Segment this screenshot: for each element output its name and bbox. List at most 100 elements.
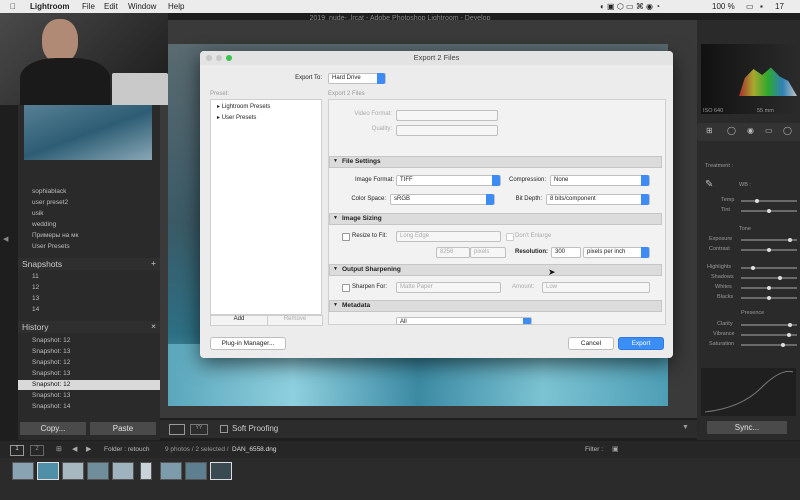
color-space-select[interactable]: sRGB	[390, 194, 495, 205]
sharpen-for-select[interactable]: Matte Paper	[396, 282, 501, 293]
resolution-input[interactable]: 300	[551, 247, 581, 258]
dont-enlarge-checkbox[interactable]	[506, 233, 514, 241]
filmstrip-thumbnail[interactable]	[160, 462, 182, 480]
amount-select[interactable]: Low	[542, 282, 650, 293]
tint-slider[interactable]	[741, 209, 797, 213]
preset-item[interactable]: wedding	[18, 220, 160, 230]
resolution-unit-select[interactable]: pixels per inch	[583, 247, 650, 258]
preset-item[interactable]: Примеры на мк	[18, 231, 160, 241]
menu-file[interactable]: File	[82, 2, 95, 11]
history-item[interactable]: Snapshot: 13	[18, 369, 160, 379]
snapshot-item[interactable]: 12	[18, 283, 160, 293]
snapshot-item[interactable]: 14	[18, 305, 160, 315]
preset-item[interactable]: User Presets	[18, 242, 160, 252]
compression-select[interactable]: None	[550, 175, 650, 186]
loupe-view-icon[interactable]	[169, 424, 185, 435]
metadata-header[interactable]: ▼ Metadata	[329, 300, 662, 312]
menu-edit[interactable]: Edit	[104, 2, 118, 11]
clarity-slider[interactable]	[741, 323, 797, 327]
filmstrip-thumbnail-selected[interactable]	[37, 462, 59, 480]
history-item[interactable]: Snapshot: 12	[18, 358, 160, 368]
radial-filter-icon[interactable]: ◯	[783, 126, 792, 135]
menu-help[interactable]: Help	[168, 2, 184, 11]
filmstrip-thumbnail[interactable]	[12, 462, 34, 480]
left-panel-collapse-icon[interactable]: ◀	[3, 235, 8, 243]
export-button[interactable]: Export	[618, 337, 664, 350]
vibrance-slider[interactable]	[741, 333, 797, 337]
cancel-button[interactable]: Cancel	[568, 337, 614, 350]
output-sharpening-header[interactable]: ▼ Output Sharpening	[329, 264, 662, 276]
blacks-slider-knob[interactable]	[767, 296, 771, 300]
bit-depth-select[interactable]: 8 bits/component	[546, 194, 650, 205]
whites-slider-knob[interactable]	[767, 286, 771, 290]
highlights-slider[interactable]	[741, 266, 797, 270]
sync-button[interactable]: Sync...	[707, 421, 787, 434]
tint-slider-knob[interactable]	[767, 209, 771, 213]
zoom-window-icon[interactable]	[226, 55, 232, 61]
saturation-slider[interactable]	[741, 343, 797, 347]
history-item[interactable]: Snapshot: 13	[18, 347, 160, 357]
file-settings-header[interactable]: ▼ File Settings	[329, 156, 662, 168]
exposure-slider[interactable]	[741, 238, 797, 242]
paste-button[interactable]: Paste	[90, 422, 156, 435]
soft-proofing-checkbox[interactable]	[220, 425, 228, 433]
menu-app[interactable]: Lightroom	[30, 2, 70, 11]
filmstrip-thumbnail[interactable]	[62, 462, 84, 480]
graduated-filter-icon[interactable]: ▭	[765, 126, 773, 135]
preset-item[interactable]: user preset2	[18, 198, 160, 208]
vibrance-slider-knob[interactable]	[786, 333, 791, 337]
blacks-slider[interactable]	[741, 296, 797, 300]
plugin-manager-button[interactable]: Plug-in Manager...	[210, 337, 286, 350]
preset-item[interactable]: sophiablack	[18, 187, 160, 197]
snapshot-item[interactable]: 13	[18, 294, 160, 304]
history-header[interactable]: History ×	[18, 321, 160, 333]
eyedropper-icon[interactable]: ✎	[705, 179, 713, 190]
shadows-slider[interactable]	[741, 276, 797, 280]
filmstrip-thumbnail[interactable]	[112, 462, 134, 480]
saturation-slider-knob[interactable]	[781, 343, 785, 347]
contrast-slider-knob[interactable]	[767, 248, 771, 252]
minimize-window-icon[interactable]	[216, 55, 222, 61]
clear-history-icon[interactable]: ×	[151, 321, 156, 331]
grid-icon[interactable]: ⊞	[56, 445, 62, 453]
add-preset-button[interactable]: Add	[210, 315, 268, 326]
resize-to-fit-checkbox[interactable]	[342, 233, 350, 241]
back-icon[interactable]: ◀	[72, 445, 77, 453]
filter-lock-icon[interactable]: ▣	[612, 445, 619, 453]
toolbar-menu-icon[interactable]: ▼	[682, 424, 689, 431]
snapshots-header[interactable]: Snapshots +	[18, 258, 160, 270]
video-format-select[interactable]	[396, 110, 498, 121]
sharpen-for-checkbox[interactable]	[342, 284, 350, 292]
exposure-slider-knob[interactable]	[788, 238, 793, 242]
current-filename[interactable]: DAN_6558.dng	[232, 446, 276, 453]
tone-curve[interactable]	[701, 368, 796, 416]
filmstrip-thumbnail[interactable]	[140, 462, 152, 480]
resize-mode-select[interactable]: Long Edge	[396, 231, 501, 242]
preset-item[interactable]: usik	[18, 209, 160, 219]
filmstrip-thumbnail-selected[interactable]	[210, 462, 232, 480]
copy-button[interactable]: Copy...	[20, 422, 86, 435]
remove-preset-button[interactable]: Remove	[267, 315, 323, 326]
image-format-select[interactable]: TIFF	[396, 175, 501, 186]
snapshot-item[interactable]: 11	[18, 272, 160, 282]
metadata-select[interactable]: All	[396, 317, 532, 325]
redeye-icon[interactable]: ◉	[747, 126, 754, 135]
size-input[interactable]: 8256	[436, 247, 470, 258]
preset-folder-user[interactable]: ▸ User Presets	[217, 114, 256, 121]
temp-slider[interactable]	[741, 199, 797, 203]
size-unit-select[interactable]: pixels	[470, 247, 506, 258]
history-item[interactable]: Snapshot: 13	[18, 391, 160, 401]
before-after-icon[interactable]: YY	[190, 424, 208, 435]
history-item[interactable]: Snapshot: 14	[18, 402, 160, 412]
whites-slider[interactable]	[741, 286, 797, 290]
folder-source[interactable]: Folder : retouch	[104, 446, 150, 453]
apple-icon[interactable]: 	[10, 2, 16, 11]
spot-removal-icon[interactable]: ◯	[727, 126, 736, 135]
highlights-slider-knob[interactable]	[751, 266, 756, 270]
preset-folder-lightroom[interactable]: ▸ Lightroom Presets	[217, 103, 270, 110]
secondary-display-button[interactable]: 2	[30, 445, 44, 456]
temp-slider-knob[interactable]	[754, 199, 759, 203]
image-sizing-header[interactable]: ▼ Image Sizing	[329, 213, 662, 225]
close-window-icon[interactable]	[206, 55, 212, 61]
filmstrip-thumbnail[interactable]	[185, 462, 207, 480]
